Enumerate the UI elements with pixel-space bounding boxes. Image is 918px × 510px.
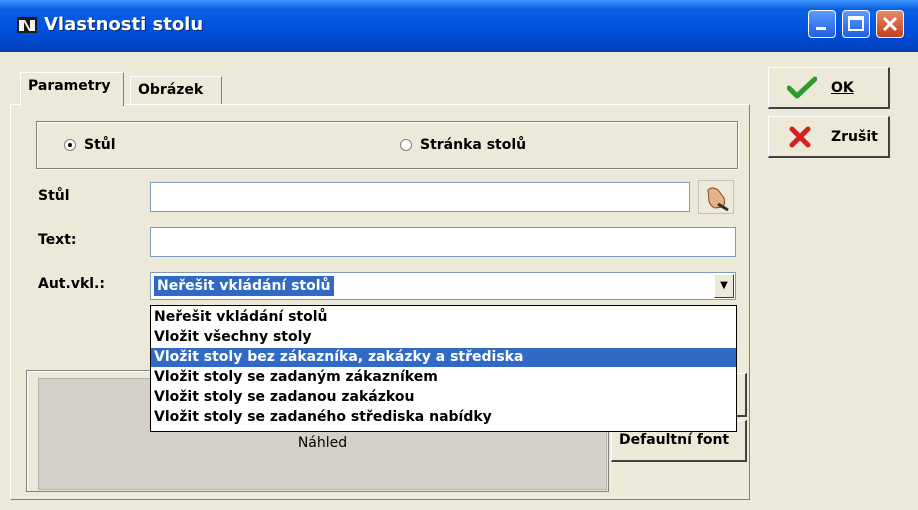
autoinsert-dropdown-list[interactable]: Neřešit vkládání stolů Vložit všechny st… — [150, 305, 737, 432]
list-item-selected[interactable]: Vložit stoly bez zákazníka, zakázky a st… — [151, 348, 736, 367]
list-item[interactable]: Vložit stoly se zadanou zakázkou — [151, 388, 736, 407]
table-label: Stůl — [38, 188, 70, 204]
pick-hand-icon[interactable] — [698, 180, 734, 214]
ok-label: OK — [831, 80, 854, 96]
tab-parametry-label: Parametry — [28, 78, 111, 94]
close-icon — [882, 16, 898, 32]
cross-icon — [789, 126, 811, 148]
radio-stranka-stolu-label: Stránka stolů — [420, 137, 527, 153]
autoinsert-label: Aut.vkl.: — [38, 276, 105, 292]
radio-stul-dot[interactable] — [64, 139, 76, 151]
ok-button[interactable]: OK — [768, 67, 890, 109]
checkmark-icon — [787, 76, 817, 99]
autoinsert-combo-value: Neřešit vkládání stolů — [153, 275, 335, 297]
list-item[interactable]: Vložit všechny stoly — [151, 328, 736, 347]
dialog-window: Vlastnosti stolu Parametry Obrázek Stůl … — [0, 0, 918, 510]
list-item[interactable]: Neřešit vkládání stolů — [151, 308, 736, 327]
preview-label: Náhled — [297, 435, 348, 451]
radio-stul-label: Stůl — [84, 137, 116, 153]
minimize-button[interactable] — [808, 10, 836, 38]
radio-stranka-stolu[interactable]: Stránka stolů — [400, 137, 526, 153]
app-icon — [17, 17, 37, 33]
maximize-button[interactable] — [842, 10, 870, 38]
tab-obrazek[interactable]: Obrázek — [130, 76, 222, 106]
list-item[interactable]: Vložit stoly se zadaného střediska nabíd… — [151, 408, 736, 427]
maximize-icon — [848, 16, 864, 31]
default-font-label: Defaultní font — [619, 432, 730, 448]
tab-parametry[interactable]: Parametry — [20, 72, 124, 106]
close-button[interactable] — [876, 10, 904, 38]
list-item[interactable]: Vložit stoly se zadaným zákazníkem — [151, 368, 736, 387]
tab-obrazek-label: Obrázek — [138, 82, 204, 98]
cancel-label: Zrušit — [831, 129, 878, 145]
table-input[interactable] — [150, 182, 690, 212]
chevron-down-icon[interactable]: ▼ — [714, 274, 734, 298]
title-bar[interactable]: Vlastnosti stolu — [0, 0, 918, 52]
radio-stranka-stolu-dot[interactable] — [400, 139, 412, 151]
cancel-button[interactable]: Zrušit — [768, 116, 890, 158]
radio-stul[interactable]: Stůl — [64, 137, 116, 153]
mode-groupbox — [36, 121, 738, 169]
window-title: Vlastnosti stolu — [44, 14, 204, 35]
minimize-icon — [816, 27, 826, 30]
text-label: Text: — [38, 232, 77, 248]
autoinsert-combo[interactable]: Neřešit vkládání stolů ▼ — [150, 272, 736, 300]
text-input[interactable] — [150, 227, 736, 257]
